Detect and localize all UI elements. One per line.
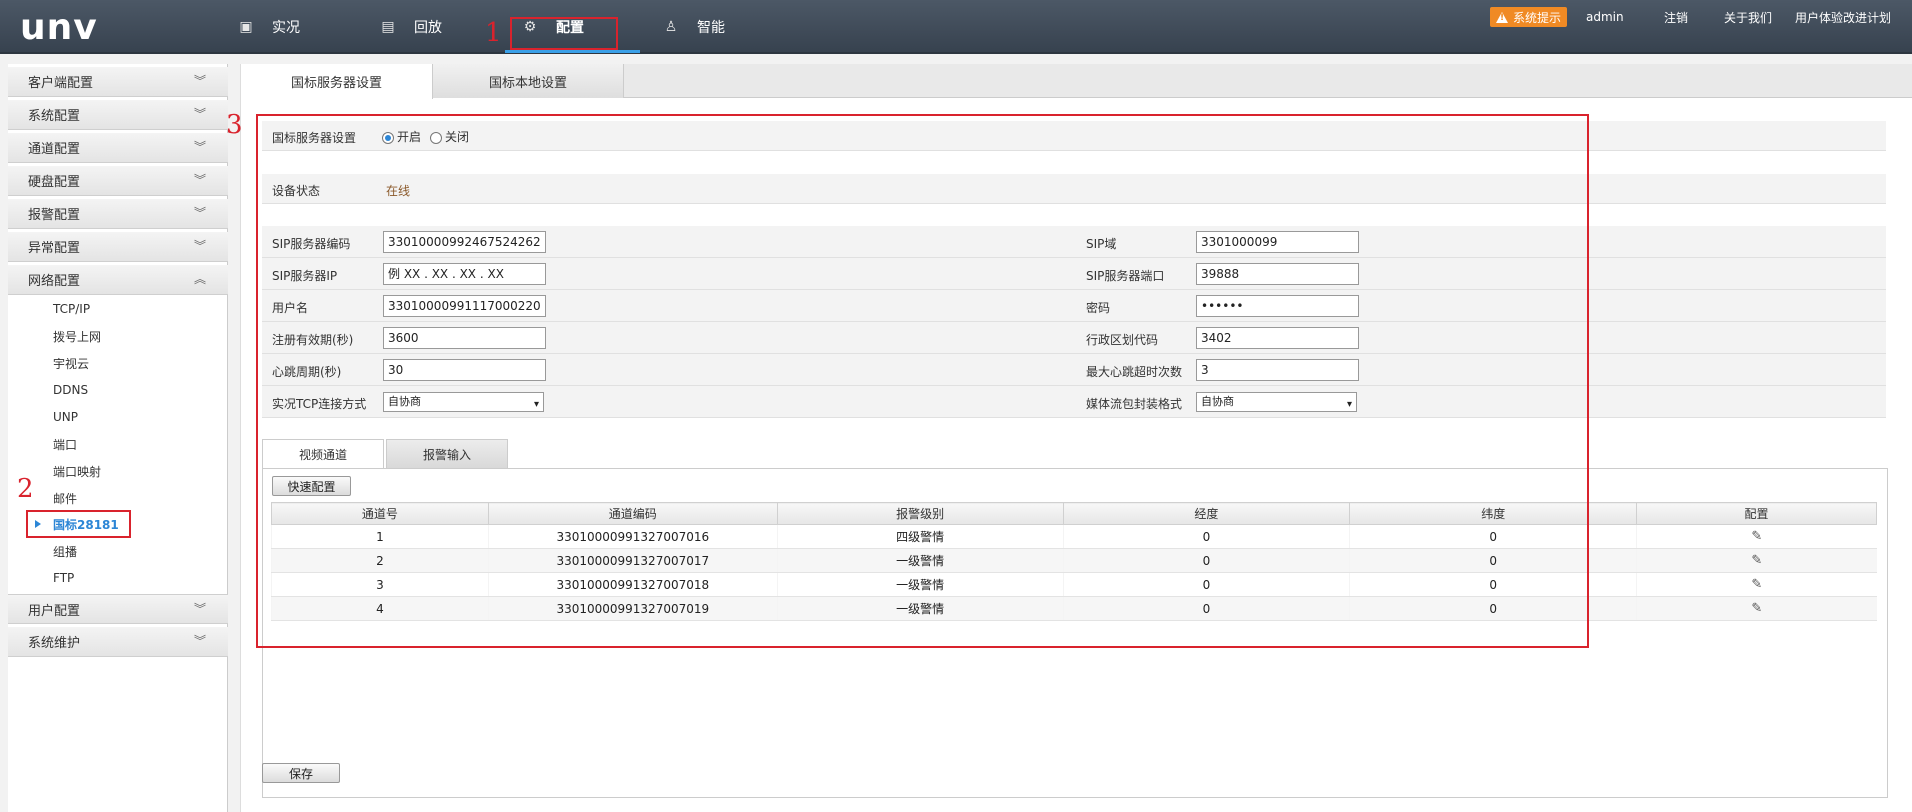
nav-playback-label: 回放 <box>414 20 442 36</box>
chevron-down-icon: ︾ <box>194 74 207 88</box>
brand-logo: unv <box>20 7 98 48</box>
system-alert-button[interactable]: 系统提示 <box>1490 7 1568 27</box>
tab-gb-server[interactable]: 国标服务器设置 <box>241 64 433 99</box>
annotation-box-1 <box>510 17 618 50</box>
monitor-icon: ▣ <box>239 19 253 35</box>
sidebar-group-label: 系统维护 <box>28 636 81 651</box>
film-icon: ▤ <box>381 19 395 35</box>
sidebar-item-ddns[interactable]: DDNS <box>53 379 88 401</box>
sidebar-item-ftp[interactable]: FTP <box>53 567 74 589</box>
chevron-down-icon: ︾ <box>194 173 207 187</box>
nav-smart-label: 智能 <box>697 20 725 36</box>
nav-live[interactable]: ▣ 实况 <box>238 0 300 54</box>
system-alert-label: 系统提示 <box>1513 10 1562 25</box>
annotation-box-3 <box>256 114 1589 648</box>
sidebar: 客户端配置 ︾ 系统配置 ︾ 通道配置 ︾ 硬盘配置 ︾ 报警配置 ︾ 异常配置… <box>8 64 228 812</box>
ux-plan-link[interactable]: 用户体验改进计划 <box>1795 0 1891 34</box>
sidebar-group-label: 通道配置 <box>28 142 81 157</box>
sidebar-item-tcpip[interactable]: TCP/IP <box>53 298 90 320</box>
cell-config: ✎ <box>1636 572 1877 597</box>
sidebar-group-channel[interactable]: 通道配置 ︾ <box>8 133 228 163</box>
cell-config: ✎ <box>1636 596 1877 621</box>
sidebar-group-user[interactable]: 用户配置 ︾ <box>8 594 228 624</box>
cell-config: ✎ <box>1636 524 1877 549</box>
sidebar-item-dialup[interactable]: 拨号上网 <box>53 325 101 347</box>
sidebar-group-label: 客户端配置 <box>28 76 94 91</box>
warning-icon <box>1496 11 1508 23</box>
sidebar-item-cloud[interactable]: 宇视云 <box>53 352 89 374</box>
chevron-down-icon: ︾ <box>194 602 207 616</box>
sidebar-item-unp[interactable]: UNP <box>53 406 78 428</box>
nav-live-label: 实况 <box>272 20 300 36</box>
chevron-down-icon: ︾ <box>194 239 207 253</box>
save-button[interactable]: 保存 <box>262 763 340 783</box>
edit-pencil-icon[interactable]: ✎ <box>1751 577 1762 592</box>
sidebar-item-port[interactable]: 端口 <box>53 433 77 455</box>
nav-active-indicator <box>505 50 640 53</box>
logout-link[interactable]: 注销 <box>1664 0 1688 34</box>
sidebar-group-client[interactable]: 客户端配置 ︾ <box>8 67 228 97</box>
sidebar-group-exception[interactable]: 异常配置 ︾ <box>8 232 228 262</box>
chevron-up-icon: ︽ <box>194 272 207 286</box>
edit-pencil-icon[interactable]: ✎ <box>1751 601 1762 616</box>
cell-config: ✎ <box>1636 548 1877 573</box>
sidebar-group-maintenance[interactable]: 系统维护 ︾ <box>8 627 228 657</box>
chevron-down-icon: ︾ <box>194 206 207 220</box>
sidebar-group-label: 报警配置 <box>28 208 81 223</box>
nav-smart[interactable]: ♙ 智能 <box>663 0 725 54</box>
sidebar-item-port-mapping[interactable]: 端口映射 <box>53 460 101 482</box>
annotation-number-1: 1 <box>485 18 502 48</box>
sidebar-item-email[interactable]: 邮件 <box>53 487 77 509</box>
chevron-down-icon: ︾ <box>194 107 207 121</box>
user-gear-icon: ♙ <box>664 19 678 35</box>
sidebar-group-label: 网络配置 <box>28 274 81 289</box>
chevron-down-icon: ︾ <box>194 140 207 154</box>
edit-pencil-icon[interactable]: ✎ <box>1751 553 1762 568</box>
sidebar-item-multicast[interactable]: 组播 <box>53 540 77 562</box>
tab-gb-local[interactable]: 国标本地设置 <box>433 64 624 98</box>
about-link[interactable]: 关于我们 <box>1724 0 1772 34</box>
edit-pencil-icon[interactable]: ✎ <box>1751 529 1762 544</box>
annotation-box-2 <box>26 510 131 538</box>
sidebar-group-network[interactable]: 网络配置 ︽ <box>8 265 228 295</box>
col-config: 配置 <box>1636 502 1877 525</box>
sidebar-group-label: 异常配置 <box>28 241 81 256</box>
sidebar-group-label: 系统配置 <box>28 109 81 124</box>
tab-bar: 国标服务器设置 国标本地设置 <box>241 64 1912 99</box>
sidebar-group-alarm[interactable]: 报警配置 ︾ <box>8 199 228 229</box>
current-user: admin <box>1586 10 1624 24</box>
nav-playback[interactable]: ▤ 回放 <box>380 0 442 54</box>
sidebar-group-system[interactable]: 系统配置 ︾ <box>8 100 228 130</box>
top-bar: unv ▣ 实况 ▤ 回放 ⚙ 配置 ♙ 智能 系统提示 admin 注销 关于… <box>0 0 1912 54</box>
sidebar-group-label: 用户配置 <box>28 603 81 619</box>
sidebar-group-disk[interactable]: 硬盘配置 ︾ <box>8 166 228 196</box>
annotation-number-3: 3 <box>226 110 243 140</box>
chevron-down-icon: ︾ <box>194 634 207 648</box>
sidebar-group-label: 硬盘配置 <box>28 175 81 190</box>
annotation-number-2: 2 <box>17 474 34 504</box>
